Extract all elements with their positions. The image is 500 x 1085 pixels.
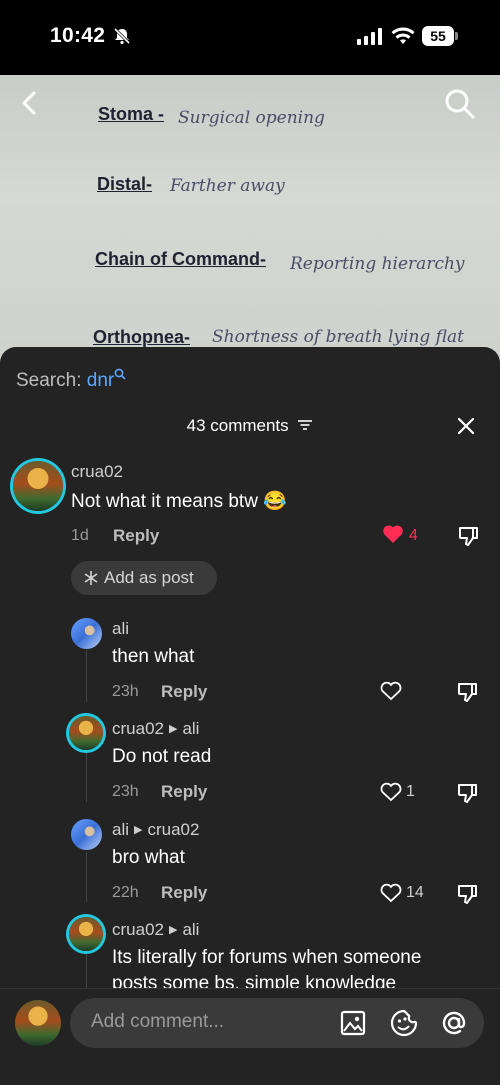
comment-username[interactable]: ali [112,820,129,839]
comment-text: Not what it means btw 😂 [71,491,287,512]
background-photo: Stoma - Surgical opening Distal- Farther… [0,75,500,375]
battery-nub [455,32,458,40]
image-icon[interactable] [340,1010,366,1036]
comment-username[interactable]: crua02 [112,719,164,738]
avatar[interactable] [13,461,63,511]
reply-button[interactable]: Reply [161,782,207,802]
reply-to-arrow-icon: ▶ [134,824,143,836]
comment-text: then what [112,646,195,667]
comment-time: 22h [112,884,139,901]
comment-time: 1d [71,527,89,544]
filter-icon[interactable] [297,419,313,431]
comment-username[interactable]: crua02 [112,920,164,939]
comment-text: Its literally for forums when someone [112,947,422,968]
add-as-post-button[interactable]: Add as post [71,561,217,595]
thread-line [86,852,87,902]
sparkle-icon [84,571,98,585]
my-avatar[interactable] [15,1000,61,1046]
comment-username[interactable]: ali [112,619,129,639]
note-term: Chain of Command- [95,249,266,269]
thumbs-down-icon[interactable] [456,781,480,805]
wifi-icon [391,27,415,44]
note-definition: Surgical opening [178,108,325,128]
comment-username-line[interactable]: crua02 ▶ ali [112,719,199,739]
reply-button[interactable]: Reply [113,526,159,546]
emoji-icon[interactable] [389,1008,419,1038]
signal-icon [357,28,382,45]
avatar[interactable] [71,819,102,850]
reply-button[interactable]: Reply [161,682,207,702]
add-as-post-label: Add as post [104,568,194,587]
search-label: Search: [16,370,82,391]
like-count: 14 [406,884,424,901]
status-time: 10:42 [50,24,106,47]
heart-icon[interactable] [380,681,402,701]
heart-icon[interactable] [382,524,404,544]
reply-button[interactable]: Reply [161,883,207,903]
status-bar: 10:42 55 [0,0,500,75]
note-term: Stoma - [98,104,165,124]
reply-to-arrow-icon: ▶ [168,723,178,735]
comments-count: 43 comments [186,416,289,435]
thread-line [86,752,87,802]
comment-input-placeholder[interactable]: Add comment... [91,1011,224,1033]
comment-time: 23h [112,683,139,700]
avatar[interactable] [69,917,103,951]
heart-icon[interactable] [380,782,402,802]
at-icon[interactable] [439,1008,469,1038]
comments-header: 43 comments [0,416,500,436]
like-count: 4 [409,527,418,544]
avatar[interactable] [69,716,103,750]
note-definition: Reporting hierarchy [290,254,465,274]
thread-line [86,952,87,988]
comment-time: 23h [112,783,139,800]
reply-to-username[interactable]: ali [182,719,199,738]
like-count: 1 [406,783,415,800]
search-small-icon [114,368,126,380]
reply-to-username[interactable]: ali [182,920,199,939]
note-term: Distal- [97,174,153,194]
battery-indicator: 55 [422,26,454,46]
note-definition: Shortness of breath lying flat [212,327,464,347]
search-query-line[interactable]: Search: dnr [16,368,126,392]
back-icon[interactable] [16,89,44,117]
search-query[interactable]: dnr [87,370,114,391]
close-icon[interactable] [456,416,476,436]
reply-to-username[interactable]: crua02 [147,820,199,839]
comment-text: bro what [112,847,185,868]
thumbs-down-icon[interactable] [456,680,480,704]
comment-username-line[interactable]: ali ▶ crua02 [112,820,199,840]
search-icon[interactable] [444,88,476,120]
thumbs-down-icon[interactable] [456,882,480,906]
reply-to-arrow-icon: ▶ [168,924,178,936]
note-term: Orthopnea- [93,327,190,347]
comment-username-line[interactable]: crua02 ▶ ali [112,920,199,940]
note-definition: Farther away [170,176,285,196]
comment-username[interactable]: crua02 [71,462,123,482]
bell-muted-icon [113,27,131,45]
comment-text: Do not read [112,746,212,767]
avatar[interactable] [71,618,102,649]
thumbs-down-icon[interactable] [457,524,481,548]
thread-line [86,650,87,702]
heart-icon[interactable] [380,883,402,903]
